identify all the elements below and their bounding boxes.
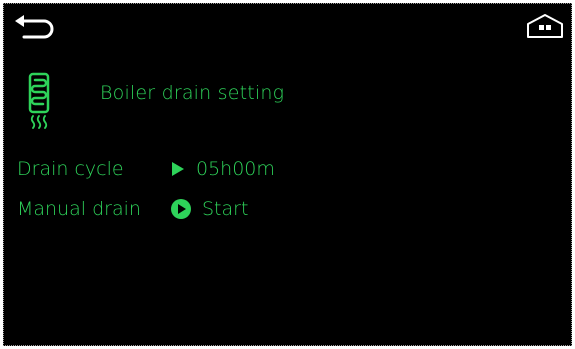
home-icon: [527, 14, 563, 38]
page-title: Boiler drain setting: [100, 82, 285, 104]
screen: Boiler drain setting Drain cycle 05h00m …: [3, 3, 572, 346]
manual-drain-label: Manual drain: [17, 198, 141, 220]
manual-drain-start-label: Start: [202, 198, 249, 220]
back-arrow-icon: [15, 15, 54, 39]
home-button[interactable]: [525, 13, 565, 39]
drain-cycle-value: 05h00m: [196, 158, 275, 180]
play-circle-icon: [171, 199, 191, 219]
drain-cycle-label: Drain cycle: [17, 158, 124, 180]
boiler-heater-icon: [28, 72, 50, 129]
play-triangle-icon: [172, 162, 184, 176]
manual-drain-start-button[interactable]: Start: [170, 198, 248, 220]
drain-cycle-value-button[interactable]: 05h00m: [170, 158, 275, 180]
back-button[interactable]: [12, 13, 60, 39]
